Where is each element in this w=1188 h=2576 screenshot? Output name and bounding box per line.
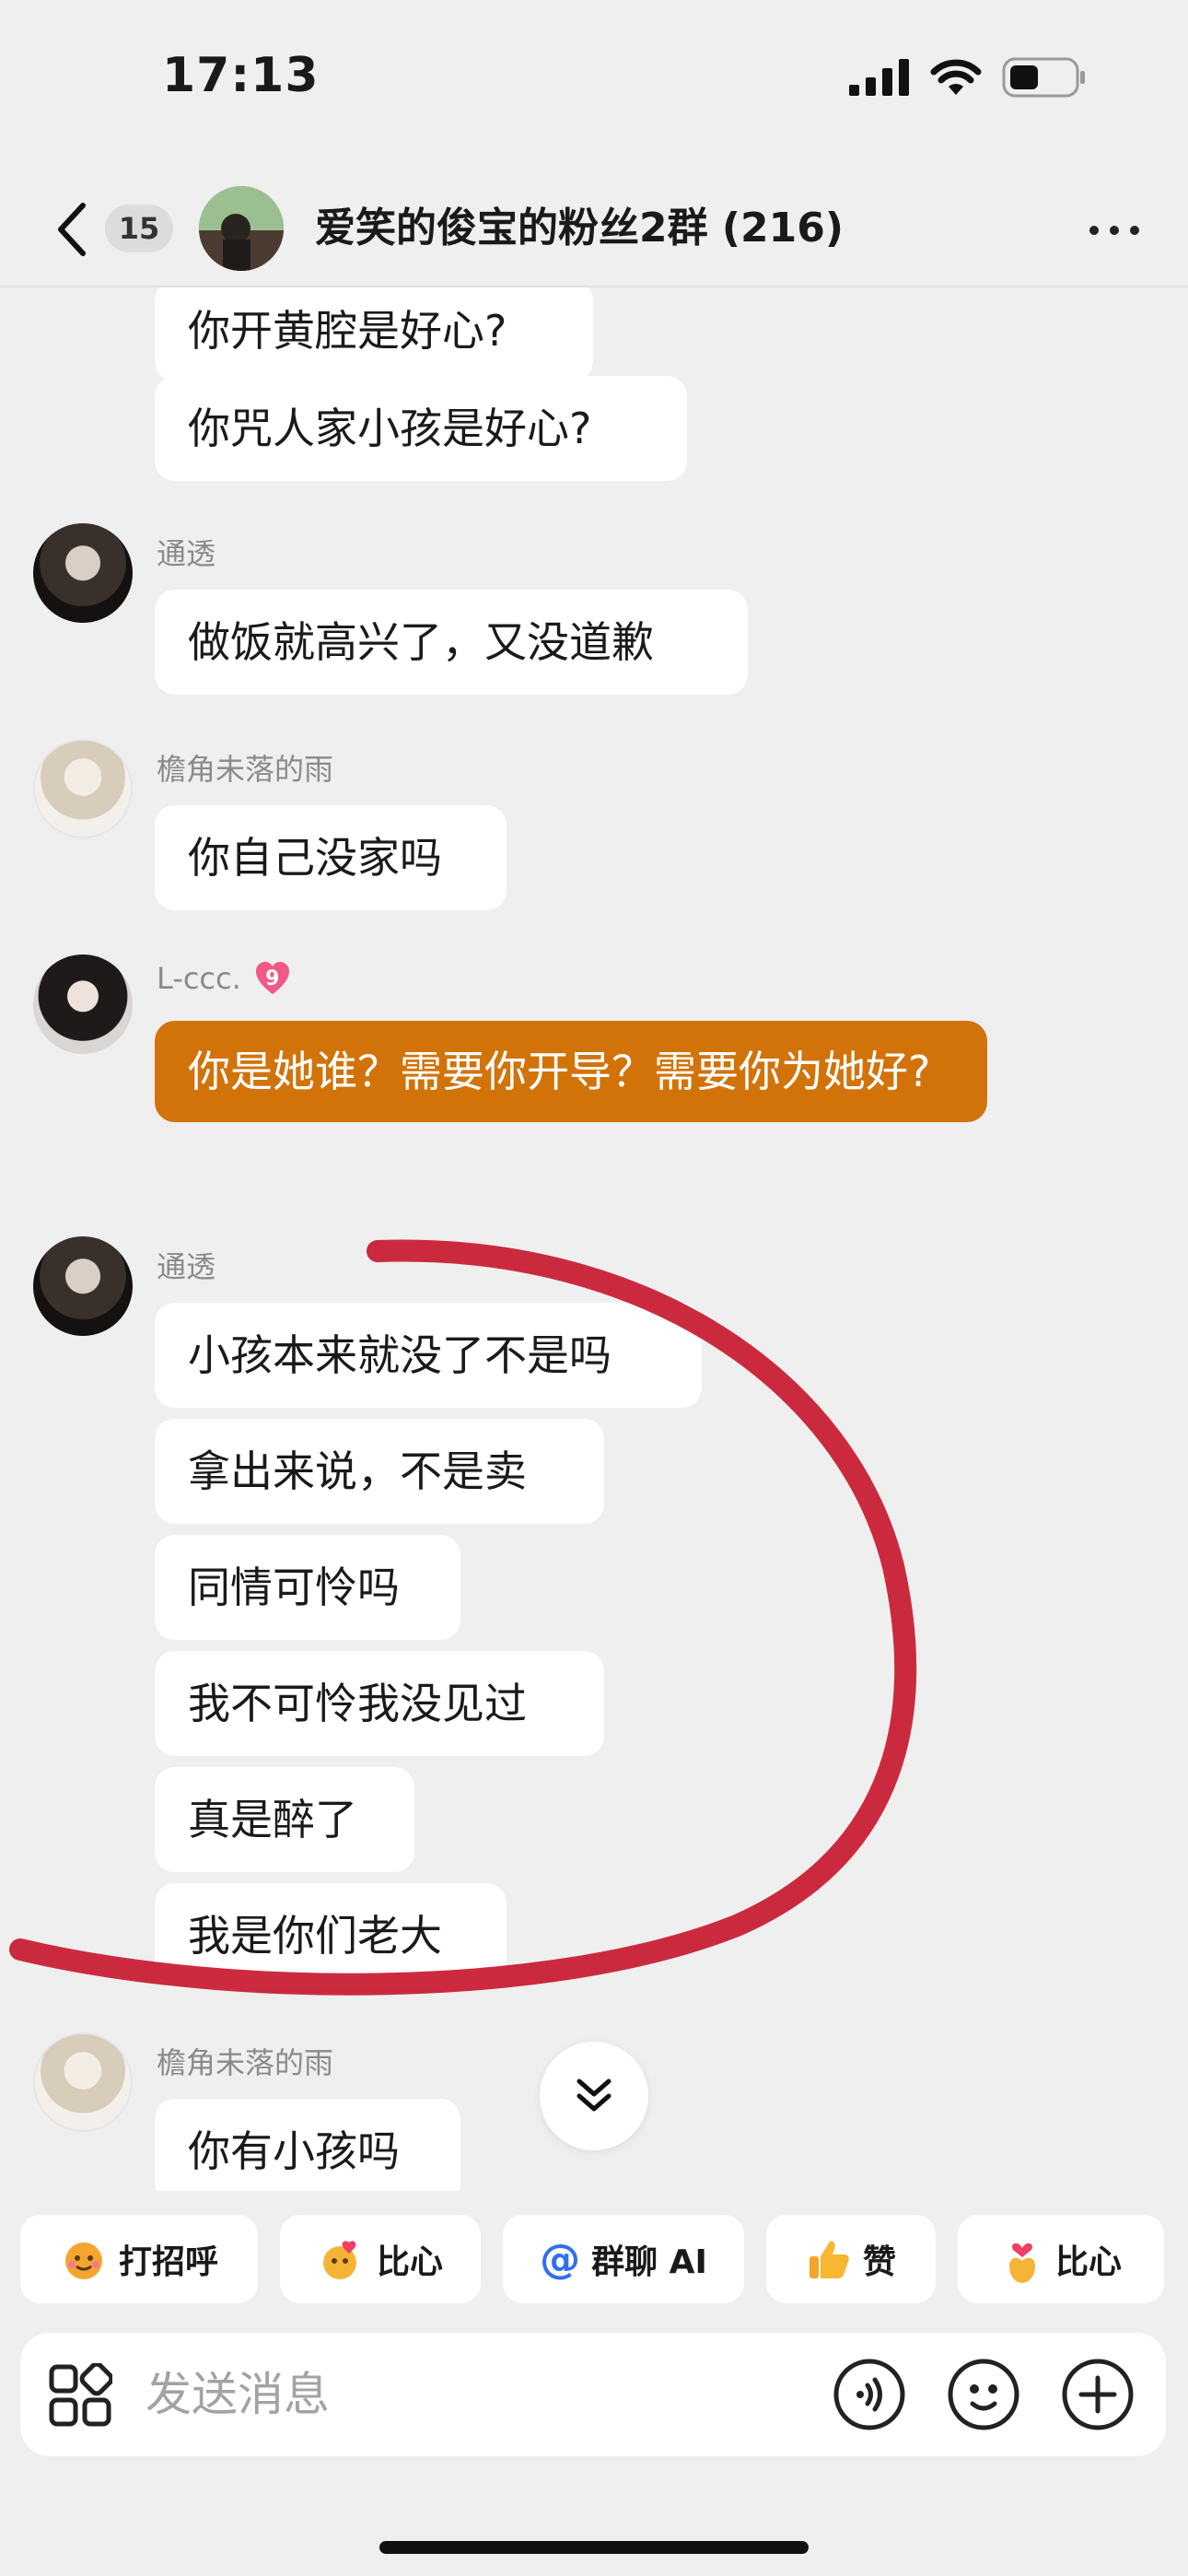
double-chevron-down-icon	[577, 2078, 611, 2112]
more-dot	[1110, 226, 1119, 235]
wave-emoji-icon	[64, 2242, 102, 2279]
message-list[interactable]: 你开黄腔是好心? 你咒人家小孩是好心? 通透 做饭就高兴了，又没道歉 檐角未落的…	[0, 287, 1188, 2191]
sender-name: L-ccc.	[157, 961, 241, 996]
message-bubble[interactable]: 小孩本来就没了不是吗	[155, 1303, 702, 1408]
wifi-icon	[930, 59, 982, 95]
status-time: 17:13	[162, 48, 320, 103]
message-bubble[interactable]: 同情可怜吗	[155, 1535, 460, 1640]
quick-action-label: 群聊 AI	[591, 2243, 707, 2281]
quick-action-label: 赞	[862, 2243, 896, 2281]
unread-count-badge[interactable]: 15	[105, 205, 173, 252]
avatar[interactable]	[33, 954, 133, 1054]
message-input[interactable]	[146, 2360, 790, 2429]
more-options-button[interactable]	[1077, 201, 1151, 260]
message-bubble[interactable]: 你开黄腔是好心?	[155, 287, 593, 381]
sender-name: 通透	[157, 1249, 216, 1284]
message-bubble[interactable]: 你有小孩吗	[155, 2099, 460, 2191]
message-bubble[interactable]: 做饭就高兴了，又没道歉	[155, 590, 748, 695]
sender-name: 檐角未落的雨	[157, 2045, 334, 2080]
quick-action-label: 比心	[376, 2243, 443, 2281]
quick-action-label: 比心	[1054, 2243, 1122, 2281]
quick-like-button[interactable]: 赞	[766, 2215, 936, 2303]
plus-icon[interactable]	[1061, 2358, 1135, 2431]
group-avatar-image	[199, 186, 284, 271]
apps-grid-icon[interactable]	[48, 2363, 112, 2428]
message-input-bar	[20, 2333, 1166, 2456]
avatar[interactable]	[33, 739, 133, 838]
message-bubble[interactable]: 我是你们老大	[155, 1883, 507, 1988]
voice-icon[interactable]	[833, 2358, 906, 2431]
scroll-to-bottom-button[interactable]	[540, 2042, 648, 2150]
quick-finger-heart-button[interactable]: 比心	[958, 2215, 1164, 2303]
heart-hands-emoji-icon	[322, 2241, 356, 2279]
emoji-icon[interactable]	[947, 2358, 1020, 2431]
avatar[interactable]	[33, 2032, 133, 2132]
message-bubble[interactable]: 真是醉了	[155, 1767, 414, 1872]
quick-action-label: 打招呼	[118, 2243, 218, 2281]
back-button[interactable]	[44, 197, 99, 262]
message-bubble[interactable]: 拿出来说，不是卖	[155, 1419, 604, 1524]
quick-greet-button[interactable]: 打招呼	[20, 2215, 258, 2303]
battery-icon	[1002, 57, 1085, 98]
message-bubble[interactable]: 你咒人家小孩是好心?	[155, 376, 687, 481]
sender-row: L-ccc. 9	[157, 960, 291, 997]
message-bubble[interactable]: 我不可怜我没见过	[155, 1651, 604, 1756]
level-badge: 9	[254, 960, 291, 997]
more-dot	[1130, 226, 1139, 235]
avatar[interactable]	[33, 1236, 133, 1336]
sender-name: 檐角未落的雨	[157, 752, 334, 787]
message-bubble[interactable]: 你自己没家吗	[155, 805, 507, 910]
group-avatar[interactable]	[199, 186, 284, 271]
status-icons	[849, 57, 1087, 98]
sender-name: 通透	[157, 536, 216, 571]
chevron-left-icon	[58, 203, 86, 256]
chat-header: 15 爱笑的俊宝的粉丝2群 (216)	[0, 175, 1188, 287]
thumbs-up-icon	[809, 2241, 849, 2278]
quick-actions: 打招呼 比心 @ 群聊 AI 赞 比心	[20, 2215, 1164, 2303]
own-message-bubble[interactable]: 你是她谁？需要你开导？需要你为她好?	[155, 1021, 987, 1122]
quick-group-ai-button[interactable]: @ 群聊 AI	[503, 2215, 744, 2303]
at-icon: @	[540, 2235, 581, 2283]
more-dot	[1089, 226, 1099, 235]
quick-heart-button[interactable]: 比心	[280, 2215, 481, 2303]
avatar[interactable]	[33, 523, 133, 623]
home-indicator	[379, 2541, 809, 2554]
group-title[interactable]: 爱笑的俊宝的粉丝2群 (216)	[315, 199, 844, 258]
signal-icon	[849, 59, 909, 96]
finger-heart-icon	[1008, 2242, 1035, 2283]
